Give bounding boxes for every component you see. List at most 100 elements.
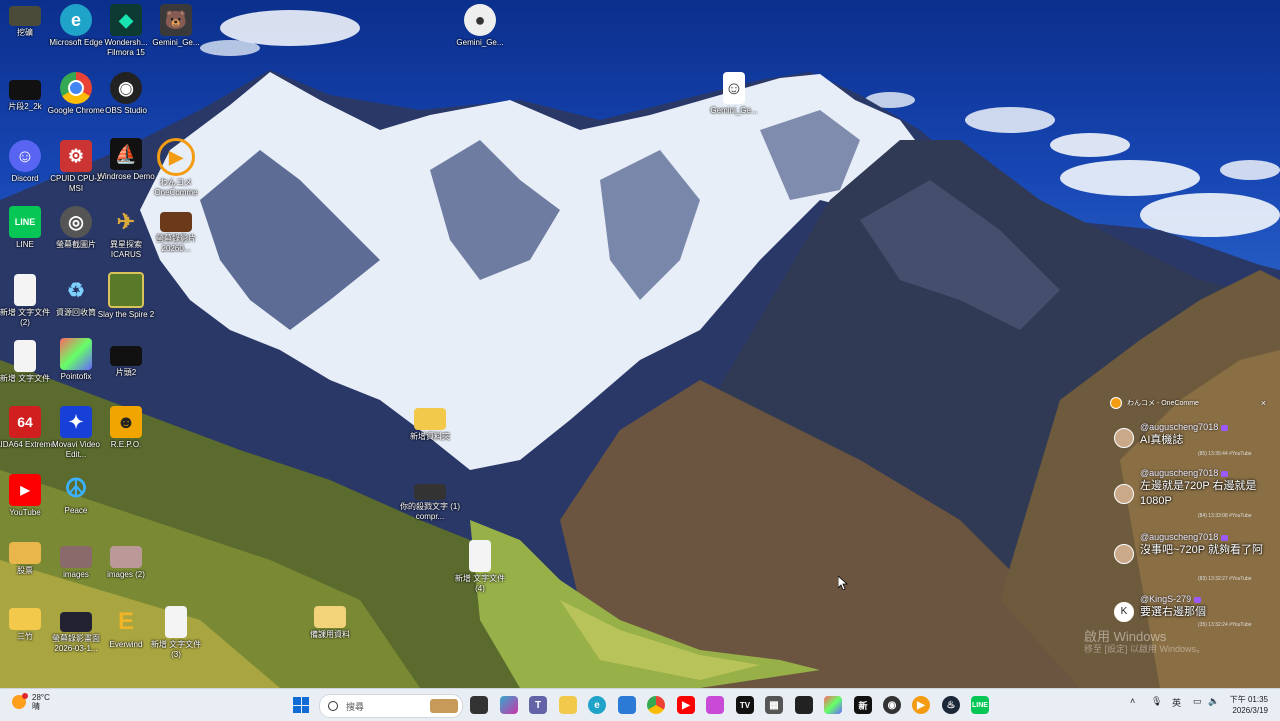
image-file-icon [60, 546, 92, 568]
tray-chevron-icon[interactable]: ˄ [1130, 696, 1135, 706]
file-explorer-icon[interactable] [559, 696, 577, 714]
weather-widget[interactable]: 28°C 晴 [12, 693, 50, 711]
folder-icon [414, 408, 446, 430]
repo-game-icon: ☻ [110, 406, 142, 438]
text-file-icon [469, 540, 491, 572]
task-view-icon[interactable] [470, 696, 488, 714]
movavi-icon: ✦ [60, 406, 92, 438]
text-file-icon [14, 274, 36, 306]
video-file-icon [160, 212, 192, 232]
everwind-icon: E [117, 608, 134, 635]
desktop-icon-images-2[interactable]: images (2) [96, 546, 156, 580]
image-file-icon: ● [464, 4, 496, 36]
chat-message-text: 左邊就是720P 右邊就是1080P [1140, 480, 1257, 507]
image-file-icon [110, 546, 142, 568]
volume-icon[interactable]: 🔈 [1208, 696, 1219, 707]
network-icon[interactable]: ▭ [1193, 696, 1202, 707]
desktop-icon-obs[interactable]: ◉ OBS Studio [96, 72, 156, 116]
youtube-icon[interactable]: ▶ [677, 696, 695, 714]
steam-icon[interactable]: ♨ [942, 696, 960, 714]
chat-message-meta: (85) 13:35:44 #YouTube [1198, 451, 1252, 457]
clock-time: 下午 01:35 [1229, 695, 1268, 704]
obs-icon: ◉ [110, 72, 142, 104]
taskbar-clock[interactable]: 下午 01:35 2026/3/19 [1228, 694, 1268, 716]
obs-taskbar-icon[interactable]: ◉ [883, 696, 901, 714]
chat-close-button[interactable]: × [1261, 398, 1266, 408]
search-highlight-icon [430, 699, 458, 713]
avatar: K [1114, 602, 1134, 622]
onecomme-chat-overlay: わんコメ - OneComme × @auguscheng7018 AI真機誌 … [1110, 394, 1266, 640]
onecomme-icon: ▶ [157, 138, 195, 176]
stock-app-icon[interactable]: 新 [854, 696, 872, 714]
chrome-icon[interactable] [647, 696, 665, 714]
video-file-icon [414, 484, 446, 500]
video-file-icon [110, 346, 142, 366]
edge-icon: e [60, 4, 92, 36]
line-icon: LINE [9, 206, 41, 238]
desktop-icon-new-text-3[interactable]: 新增 文字文件 (3) [146, 606, 206, 660]
microphone-icon[interactable]: 🎙 [1151, 696, 1162, 707]
search-placeholder: 搜尋 [346, 701, 365, 712]
desktop-icon-screen-recording-2[interactable]: 螢幕錄影片 20260... [146, 212, 206, 254]
taskbar-search-box[interactable]: 搜尋 [319, 694, 463, 718]
desktop-icon-slay-the-spire[interactable]: Slay the Spire 2 [96, 272, 156, 320]
member-badge-icon [1194, 596, 1202, 603]
discord-icon: ☺ [9, 140, 41, 172]
chat-message-meta: (35) 13:32:24 #YouTube [1198, 622, 1252, 628]
text-file-icon [14, 340, 36, 372]
chat-username: @auguscheng7018 [1140, 422, 1219, 432]
desktop-icon-gemini-1[interactable]: 🐻 Gemini_Ge... [146, 4, 206, 48]
weather-condition: 晴 [32, 702, 40, 711]
sticky-notes-icon[interactable] [795, 696, 813, 714]
video-file-icon [60, 612, 92, 632]
desktop-icon-gemini-2[interactable]: ● Gemini_Ge... [450, 4, 510, 48]
desktop-icon-new-folder[interactable]: 新增資料夾 [400, 408, 460, 442]
mountain-landscape [0, 10, 1280, 688]
search-icon [328, 701, 338, 711]
chat-username: @KingS-279 [1140, 594, 1192, 604]
desktop-icon-intro2[interactable]: 片頭2 [96, 346, 156, 378]
member-badge-icon [1221, 470, 1229, 477]
desktop-icon-new-text-4[interactable]: 新增 文字文件 (4) [450, 540, 510, 594]
activate-windows-hint: 移至 [設定] 以啟用 Windows。 [1084, 644, 1206, 654]
youtube-icon: ▶ [9, 474, 41, 506]
pointofix-taskbar-icon[interactable] [824, 696, 842, 714]
desktop-icon-repo[interactable]: ☻ R.E.P.O. [96, 406, 156, 450]
onecomme-logo-icon [1110, 397, 1122, 409]
folder-icon [9, 542, 41, 564]
chrome-icon [60, 72, 92, 104]
folder-image-icon [9, 6, 41, 26]
taskbar: 28°C 晴 搜尋 T e ▶ TV ▦ 新 ◉ ▶ ♨ LINE ˄ 🎙 英 … [0, 688, 1280, 721]
icarus-icon: ✈ [116, 209, 136, 234]
peace-icon: ☮ [64, 472, 88, 503]
chat-message-text: 沒事吧~720P 就夠看了阿 [1140, 544, 1263, 556]
avatar [1114, 544, 1134, 564]
start-button[interactable] [293, 697, 309, 713]
store-icon[interactable] [618, 696, 636, 714]
teams-icon[interactable]: T [529, 696, 547, 714]
copilot-icon[interactable] [500, 696, 518, 714]
desktop-icon-lesson-prep[interactable]: 備課用資料 [300, 606, 360, 640]
desktop-icon-peace[interactable]: ☮ Peace [46, 472, 106, 516]
onecomme-taskbar-icon[interactable]: ▶ [912, 696, 930, 714]
pointofix-icon [60, 338, 92, 370]
cpuz-icon: ⚙ [60, 140, 92, 172]
screenshot-app-icon: ◎ [60, 206, 92, 238]
desktop-icon-kill-text[interactable]: 你的殺戮文字 (1) compr... [400, 484, 460, 522]
snipping-tool-icon[interactable] [706, 696, 724, 714]
desktop-icon-onecomme[interactable]: ▶ わんコメ OneComme [146, 138, 206, 198]
input-language[interactable]: 英 [1172, 696, 1181, 709]
line-taskbar-icon[interactable]: LINE [971, 696, 989, 714]
calculator-icon[interactable]: ▦ [765, 696, 783, 714]
desktop-icon-gemini-3[interactable]: ☺ Gemini_Ge... [704, 72, 764, 116]
chat-message-text: AI真機誌 [1140, 434, 1184, 446]
chat-message: @auguscheng7018 左邊就是720P 右邊就是1080P (84) … [1110, 468, 1266, 524]
image-file-icon: ☺ [723, 72, 745, 104]
edge-icon[interactable]: e [588, 696, 606, 714]
mouse-cursor-icon [838, 576, 848, 590]
video-file-icon [9, 80, 41, 100]
slay-the-spire-icon [108, 272, 144, 308]
tradingview-icon[interactable]: TV [736, 696, 754, 714]
member-badge-icon [1221, 534, 1229, 541]
chat-message: @auguscheng7018 AI真機誌 (85) 13:35:44 #You… [1110, 422, 1266, 462]
